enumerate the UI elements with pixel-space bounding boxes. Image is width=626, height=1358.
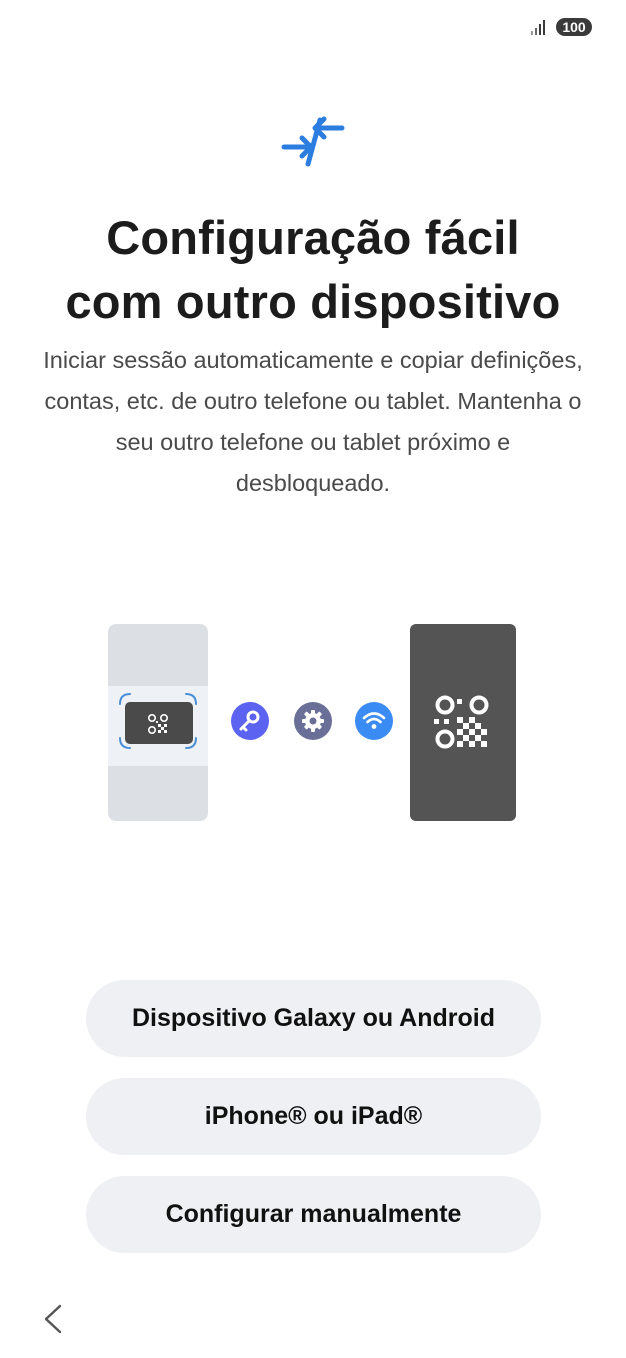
transfer-arrows-icon [281,116,345,167]
galaxy-android-button[interactable]: Dispositivo Galaxy ou Android [86,980,541,1057]
status-bar: 100 [530,18,592,36]
page-title: Configuração fácil com outro dispositivo [0,206,626,334]
transfer-illustration [108,624,516,822]
page-title-line2: com outro dispositivo [65,275,561,328]
setup-screen: 100 Configuração fácil com outro disposi… [0,0,626,1358]
key-icon [231,702,269,740]
qr-code-icon [434,695,489,749]
battery-level: 100 [556,18,592,36]
manual-setup-button[interactable]: Configurar manualmente [86,1176,541,1253]
page-description: Iniciar sessão automaticamente e copiar … [43,347,583,496]
back-button[interactable] [34,1298,74,1338]
qr-code-icon [147,713,169,735]
page-title-line1: Configuração fácil [106,211,520,264]
chevron-left-icon [44,1304,62,1334]
iphone-ipad-button[interactable]: iPhone® ou iPad® [86,1078,541,1155]
signal-bars-icon [531,20,545,35]
settings-icon [294,702,332,740]
wifi-icon [355,702,393,740]
